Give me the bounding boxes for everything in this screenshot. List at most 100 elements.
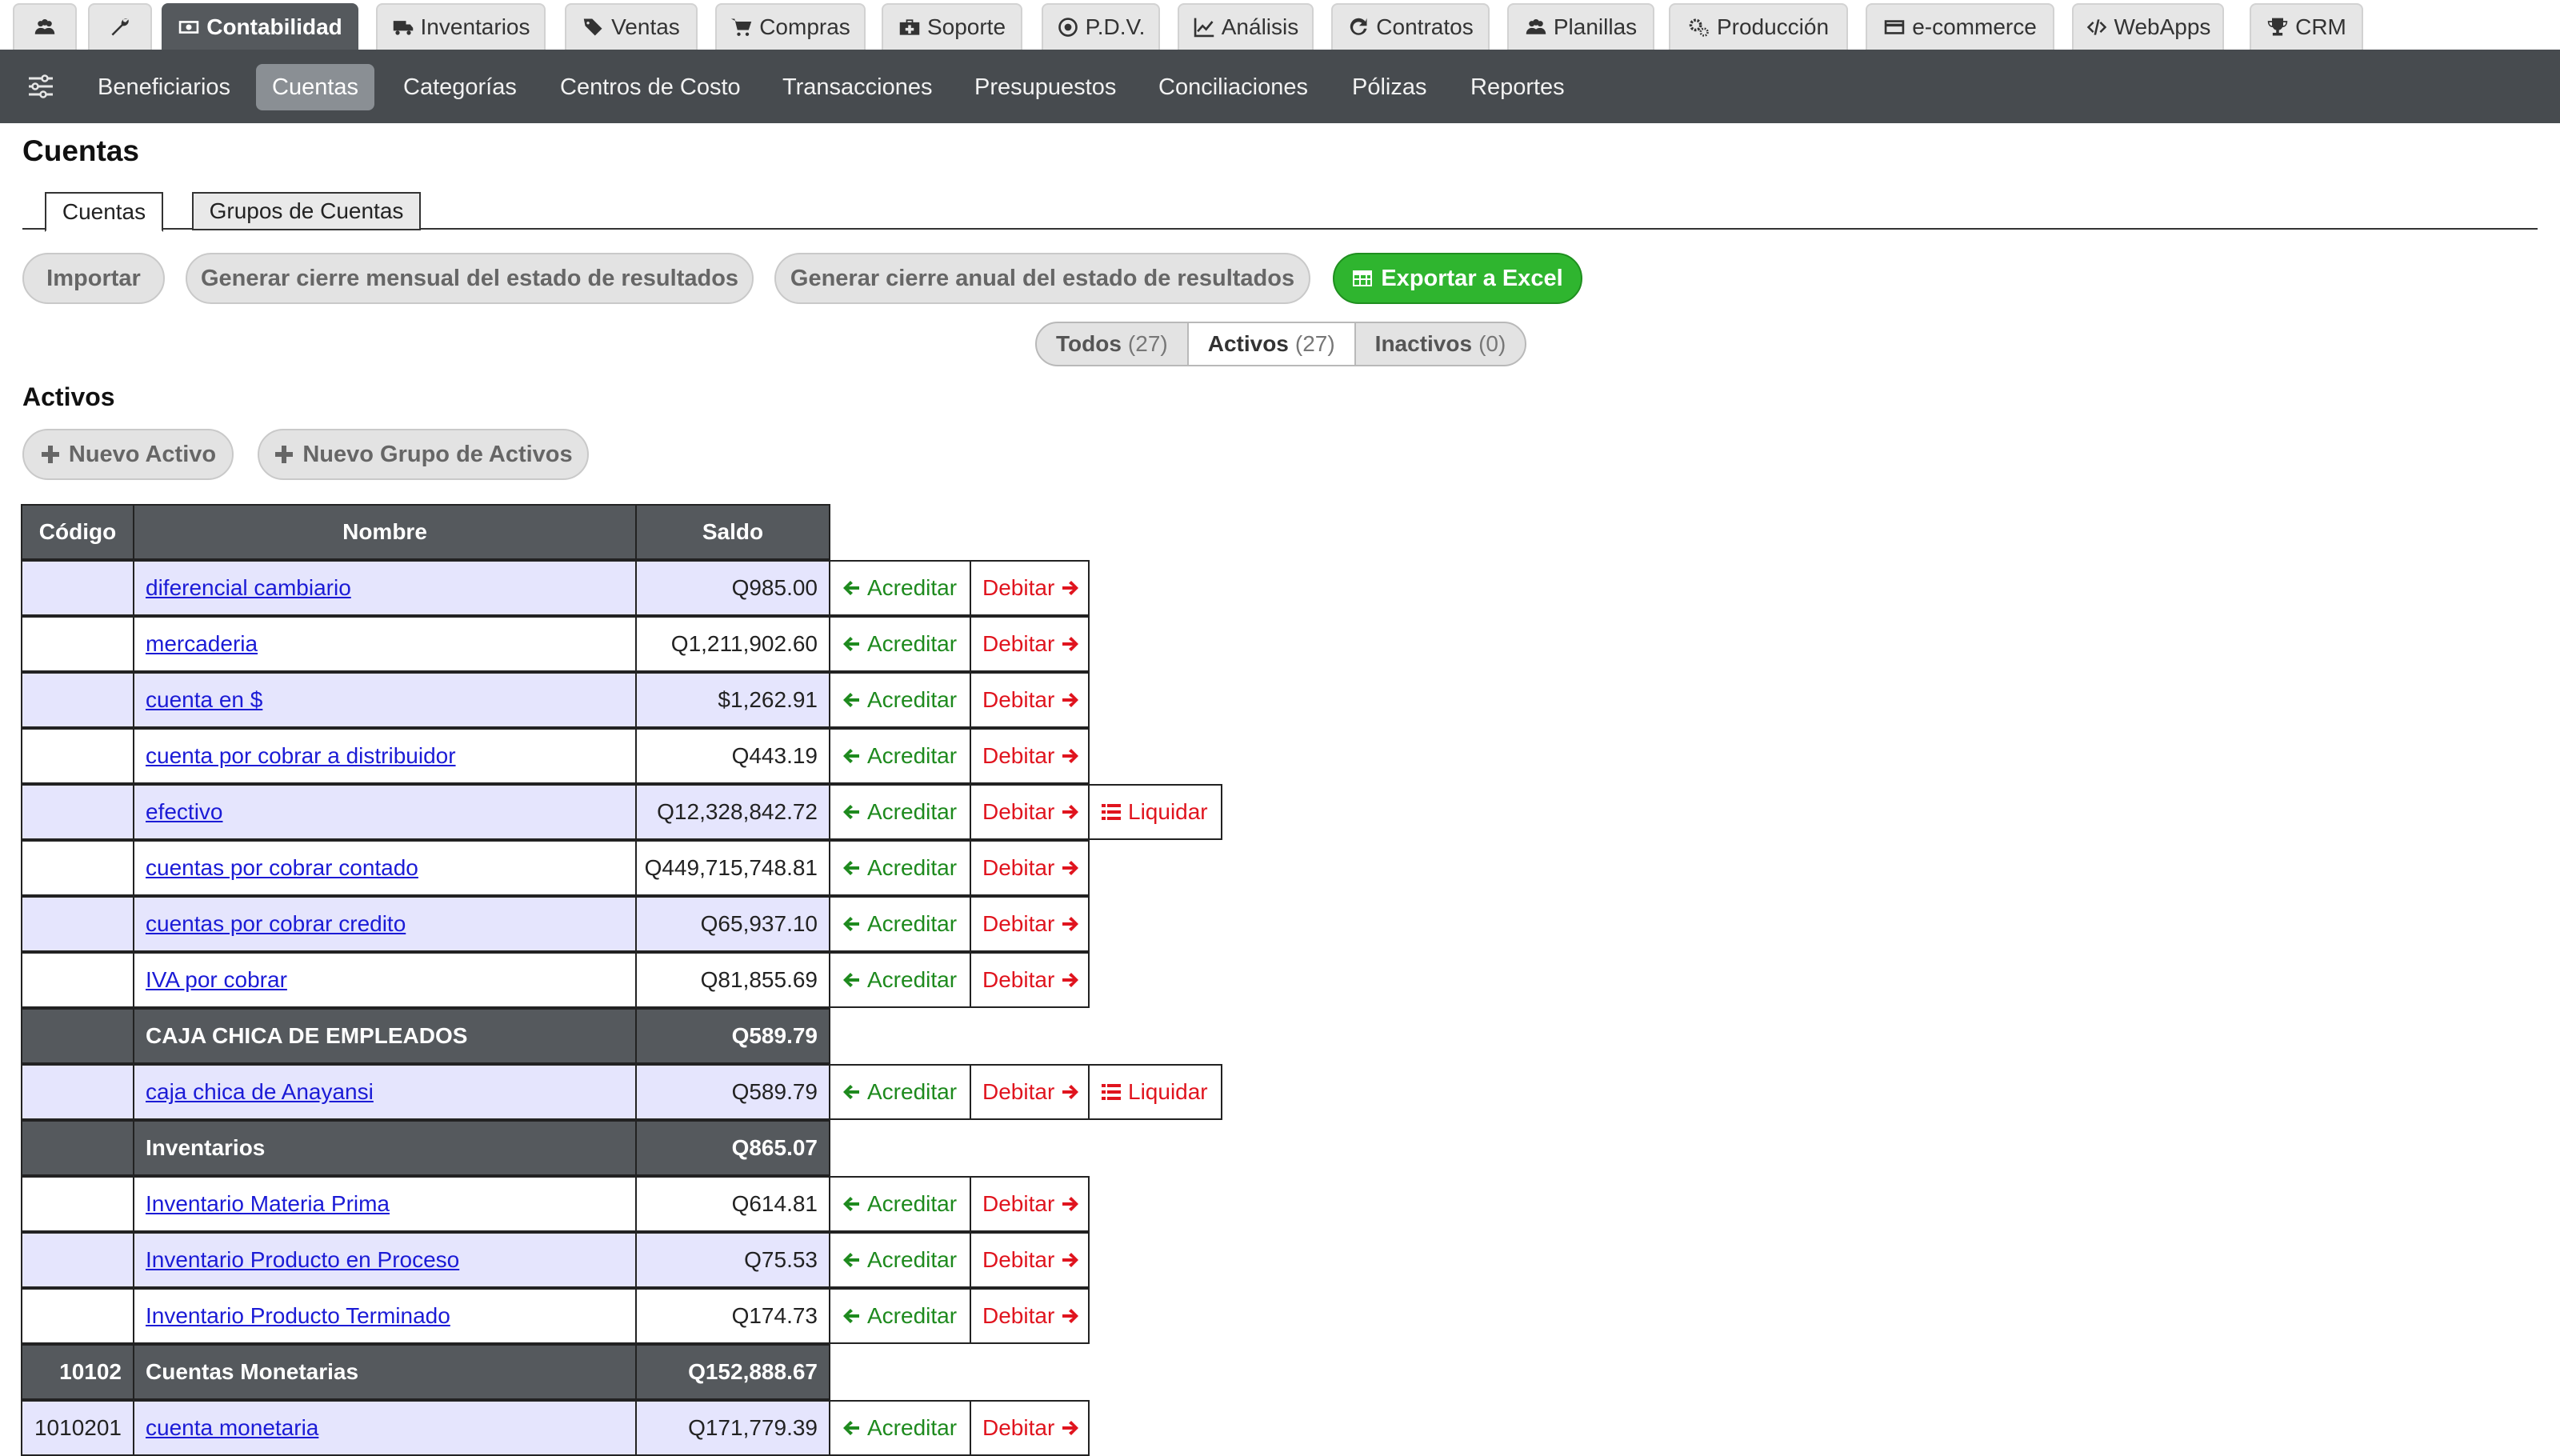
top-tab-contratos[interactable]: Contratos — [1331, 3, 1490, 50]
debitar-button[interactable]: Debitar — [970, 952, 1090, 1008]
subnav-item-centros-de-costo[interactable]: Centros de Costo — [544, 64, 757, 110]
cierre-mensual-button[interactable]: Generar cierre mensual del estado de res… — [186, 253, 754, 304]
cell-saldo: Q1,211,902.60 — [635, 616, 830, 672]
debitar-button[interactable]: Debitar — [970, 840, 1090, 896]
arrow-right-icon — [1062, 1253, 1079, 1267]
acreditar-button[interactable]: Acreditar — [829, 1232, 971, 1288]
debitar-button[interactable]: Debitar — [970, 560, 1090, 616]
account-link[interactable]: mercaderia — [146, 631, 258, 657]
acreditar-button[interactable]: Acreditar — [829, 1176, 971, 1232]
acreditar-button[interactable]: Acreditar — [829, 952, 971, 1008]
account-link[interactable]: cuenta monetaria — [146, 1415, 318, 1441]
debitar-button[interactable]: Debitar — [970, 896, 1090, 952]
liquidar-button[interactable]: Liquidar — [1088, 784, 1222, 840]
exportar-excel-button[interactable]: Exportar a Excel — [1333, 253, 1582, 304]
debitar-button[interactable]: Debitar — [970, 1400, 1090, 1456]
filter-label: Todos — [1056, 331, 1122, 356]
debitar-button[interactable]: Debitar — [970, 616, 1090, 672]
top-tab-contabilidad[interactable]: Contabilidad — [162, 3, 358, 50]
subnav-item-categorias[interactable]: Categorías — [387, 64, 533, 110]
top-tab-crm[interactable]: CRM — [2250, 3, 2363, 50]
cell-nombre: diferencial cambiario — [133, 560, 637, 616]
top-tab-label: Análisis — [1221, 14, 1299, 39]
subnav-item-transacciones[interactable]: Transacciones — [766, 64, 949, 110]
account-link[interactable]: cuenta por cobrar a distribuidor — [146, 743, 456, 769]
nuevo-activo-button[interactable]: Nuevo Activo — [22, 429, 234, 480]
module-tab-bar: Contabilidad Inventarios Ventas Compras … — [0, 0, 2560, 50]
cell-saldo: Q589.79 — [635, 1064, 830, 1120]
subnav-item-polizas[interactable]: Pólizas — [1336, 64, 1443, 110]
tab-cuentas[interactable]: Cuentas — [45, 192, 163, 232]
account-link[interactable]: Inventario Materia Prima — [146, 1191, 390, 1217]
top-tab-inventarios[interactable]: Inventarios — [376, 3, 546, 50]
acreditar-button[interactable]: Acreditar — [829, 672, 971, 728]
acreditar-button[interactable]: Acreditar — [829, 840, 971, 896]
sliders-icon[interactable] — [27, 74, 54, 99]
subnav-item-reportes[interactable]: Reportes — [1454, 64, 1581, 110]
account-link[interactable]: caja chica de Anayansi — [146, 1079, 374, 1105]
cell-nombre: cuenta monetaria — [133, 1400, 637, 1456]
debitar-button[interactable]: Debitar — [970, 1232, 1090, 1288]
subnav-item-conciliaciones[interactable]: Conciliaciones — [1142, 64, 1324, 110]
subnav-item-presupuestos[interactable]: Presupuestos — [958, 64, 1132, 110]
top-tab-webapps[interactable]: WebApps — [2072, 3, 2224, 50]
debitar-button[interactable]: Debitar — [970, 728, 1090, 784]
filter-count: (27) — [1127, 331, 1168, 356]
subnav-item-cuentas[interactable]: Cuentas — [256, 64, 375, 110]
list-icon — [1102, 1084, 1121, 1100]
nuevo-grupo-activos-button[interactable]: Nuevo Grupo de Activos — [258, 429, 589, 480]
liquidar-button[interactable]: Liquidar — [1088, 1064, 1222, 1120]
top-tab-analisis[interactable]: Análisis — [1178, 3, 1314, 50]
account-link[interactable]: cuentas por cobrar contado — [146, 855, 418, 881]
wrench-icon — [111, 18, 129, 36]
acreditar-button[interactable]: Acreditar — [829, 1400, 971, 1456]
acreditar-button[interactable]: Acreditar — [829, 1288, 971, 1344]
acreditar-button[interactable]: Acreditar — [829, 728, 971, 784]
top-tab-planillas[interactable]: Planillas — [1507, 3, 1654, 50]
top-tab-settings[interactable] — [88, 3, 152, 50]
acreditar-button[interactable]: Acreditar — [829, 784, 971, 840]
acreditar-button[interactable]: Acreditar — [829, 616, 971, 672]
action-label: Debitar — [982, 1303, 1055, 1328]
top-tab-users[interactable] — [13, 3, 77, 50]
cierre-anual-button[interactable]: Generar cierre anual del estado de resul… — [774, 253, 1310, 304]
arrow-left-icon — [843, 861, 859, 875]
top-tab-soporte[interactable]: Soporte — [882, 3, 1022, 50]
debitar-button[interactable]: Debitar — [970, 1288, 1090, 1344]
account-link[interactable]: cuentas por cobrar credito — [146, 911, 406, 937]
acreditar-button[interactable]: Acreditar — [829, 1064, 971, 1120]
acreditar-button[interactable]: Acreditar — [829, 560, 971, 616]
filter-todos[interactable]: Todos (27) — [1037, 323, 1189, 365]
account-link[interactable]: diferencial cambiario — [146, 575, 351, 601]
arrow-left-icon — [843, 749, 859, 763]
action-label: Debitar — [982, 1415, 1055, 1440]
debitar-button[interactable]: Debitar — [970, 1064, 1090, 1120]
balance-text: Q75.53 — [744, 1247, 818, 1272]
top-tab-pdv[interactable]: P.D.V. — [1042, 3, 1160, 50]
list-icon — [1102, 804, 1121, 820]
account-link[interactable]: Inventario Producto Terminado — [146, 1303, 450, 1329]
cell-nombre: cuenta por cobrar a distribuidor — [133, 728, 637, 784]
subnav-item-beneficiarios[interactable]: Beneficiarios — [82, 64, 246, 110]
debitar-button[interactable]: Debitar — [970, 1176, 1090, 1232]
cell-saldo: Q65,937.10 — [635, 896, 830, 952]
action-label: Acreditar — [867, 631, 958, 656]
top-tab-produccion[interactable]: Producción — [1669, 3, 1848, 50]
importar-button[interactable]: Importar — [22, 253, 165, 304]
arrow-left-icon — [843, 1309, 859, 1323]
acreditar-button[interactable]: Acreditar — [829, 896, 971, 952]
arrow-left-icon — [843, 1085, 859, 1099]
top-tab-compras[interactable]: Compras — [715, 3, 866, 50]
debitar-button[interactable]: Debitar — [970, 784, 1090, 840]
account-link[interactable]: cuenta en $ — [146, 687, 262, 713]
filter-activos[interactable]: Activos (27) — [1188, 323, 1356, 365]
top-tab-ventas[interactable]: Ventas — [565, 3, 698, 50]
subnav-label: Reportes — [1470, 74, 1565, 100]
account-link[interactable]: IVA por cobrar — [146, 967, 287, 993]
account-link[interactable]: Inventario Producto en Proceso — [146, 1247, 459, 1273]
debitar-button[interactable]: Debitar — [970, 672, 1090, 728]
account-link[interactable]: efectivo — [146, 799, 223, 825]
top-tab-ecommerce[interactable]: e-commerce — [1866, 3, 2054, 50]
filter-inactivos[interactable]: Inactivos (0) — [1356, 323, 1526, 365]
tab-grupos-de-cuentas[interactable]: Grupos de Cuentas — [192, 192, 421, 230]
